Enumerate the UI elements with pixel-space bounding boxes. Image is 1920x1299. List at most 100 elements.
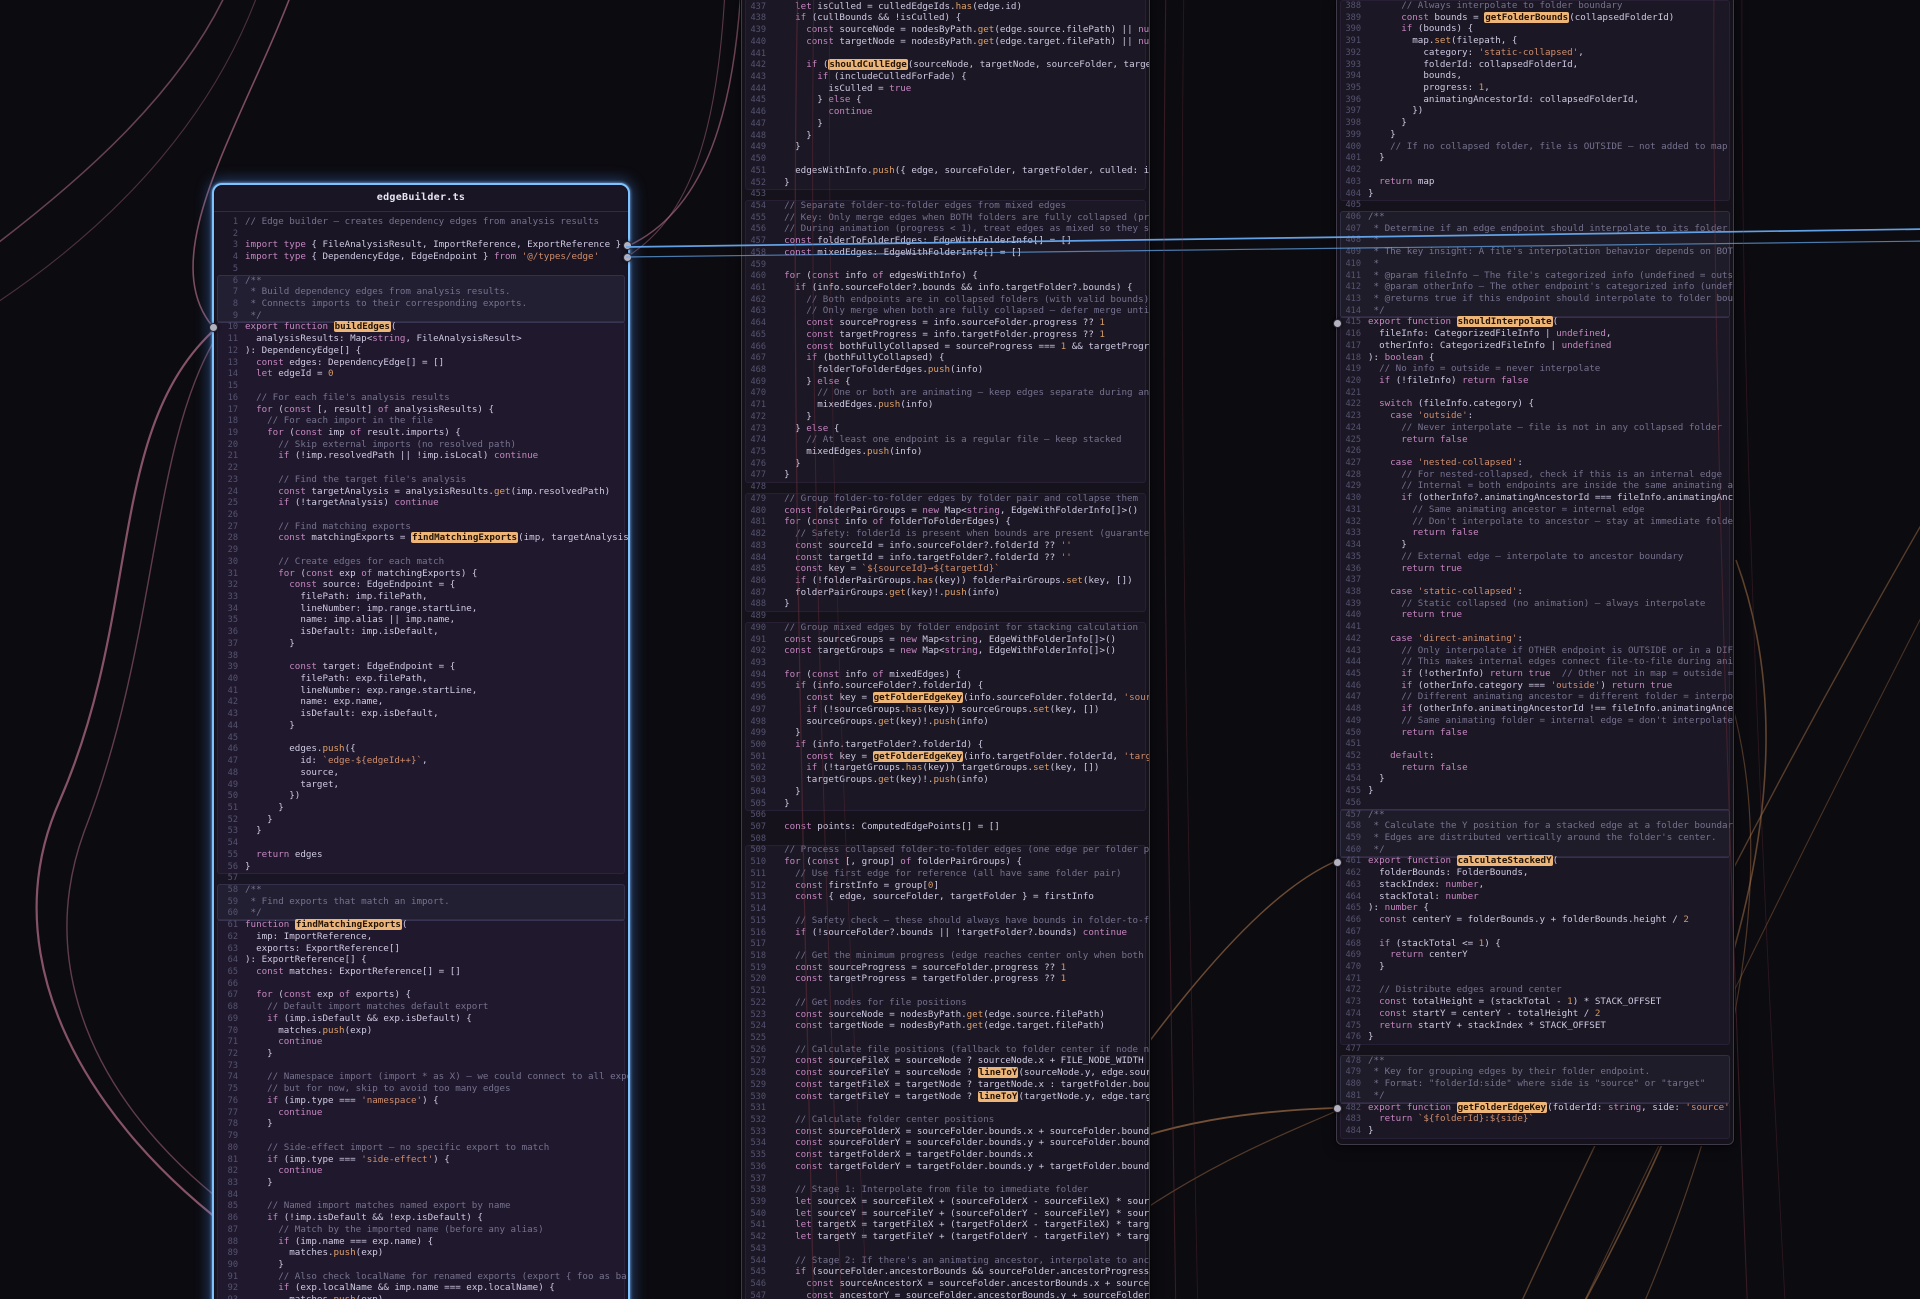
code-line: 453 — [742, 188, 1149, 200]
code-line: 11 analysisResults: Map<string, FileAnal… — [214, 333, 628, 345]
code-line: 417 otherInfo: CategorizedFileInfo | und… — [1337, 340, 1733, 352]
code-line: 471 — [1337, 973, 1733, 985]
highlighted-identifier[interactable]: findMatchingExports — [295, 919, 402, 930]
line-number: 454 — [1337, 774, 1361, 785]
line-number: 388 — [1337, 1, 1361, 12]
line-number: 418 — [1337, 353, 1361, 364]
line-number: 56 — [214, 862, 238, 873]
file-card-edgebuilder[interactable]: edgeBuilder.ts1// Edge builder — creates… — [212, 183, 630, 1299]
highlighted-identifier[interactable]: getFolderBounds — [1484, 12, 1569, 23]
line-number: 486 — [742, 576, 766, 587]
code-line: 62 imp: ImportReference, — [214, 931, 628, 943]
code-line: 431 // Same animating ancestor = interna… — [1337, 504, 1733, 516]
highlighted-identifier[interactable]: lineToY — [978, 1067, 1019, 1078]
highlighted-identifier[interactable]: getFolderEdgeKey — [873, 751, 964, 762]
highlighted-identifier[interactable]: findMatchingExports — [411, 532, 518, 543]
code-line: 93 matches.push(exp) — [214, 1294, 628, 1299]
line-number: 432 — [1337, 517, 1361, 528]
line-number: 503 — [742, 775, 766, 786]
line-number: 45 — [214, 733, 238, 744]
code-line: 506 — [742, 809, 1149, 821]
code-line: 476} — [1337, 1031, 1733, 1043]
line-number: 439 — [742, 25, 766, 36]
line-number: 522 — [742, 998, 766, 1009]
line-number: 34 — [214, 604, 238, 615]
line-number: 29 — [214, 545, 238, 556]
code-line: 426 — [1337, 445, 1733, 457]
code-line: 456 — [1337, 797, 1733, 809]
line-number: 22 — [214, 463, 238, 474]
line-number: 449 — [742, 142, 766, 153]
code-line: 60 */ — [214, 907, 628, 919]
code-line: 485 const key = `${sourceId}→${targetId}… — [742, 563, 1149, 575]
line-number: 37 — [214, 639, 238, 650]
highlighted-identifier[interactable]: shouldInterpolate — [1457, 316, 1553, 327]
line-number: 481 — [742, 517, 766, 528]
line-number: 50 — [214, 791, 238, 802]
code-line: 498 sourceGroups.get(key)!.push(info) — [742, 716, 1149, 728]
code-line: 86 if (!imp.isDefault && !exp.isDefault)… — [214, 1212, 628, 1224]
code-line: 470 } — [1337, 961, 1733, 973]
code-line: 454 // Separate folder-to-folder edges f… — [742, 200, 1149, 212]
code-line: 478/** — [1337, 1055, 1733, 1067]
code-line: 83 } — [214, 1177, 628, 1189]
highlighted-identifier[interactable]: calculateStackedY — [1457, 855, 1553, 866]
line-number: 468 — [742, 365, 766, 376]
code-line: 469 return centerY — [1337, 949, 1733, 961]
code-line: 494 for (const info of mixedEdges) { — [742, 669, 1149, 681]
code-line: 33 filePath: imp.filePath, — [214, 591, 628, 603]
line-number: 459 — [1337, 833, 1361, 844]
code-line: 435 // External edge — interpolate to an… — [1337, 551, 1733, 563]
code-line: 519 const sourceProgress = sourceFolder.… — [742, 962, 1149, 974]
line-number: 53 — [214, 826, 238, 837]
line-number: 506 — [742, 810, 766, 821]
line-number: 455 — [1337, 786, 1361, 797]
code-line: 427 case 'nested-collapsed': — [1337, 457, 1733, 469]
highlighted-identifier[interactable]: getFolderEdgeKey — [873, 692, 964, 703]
line-number: 508 — [742, 834, 766, 845]
line-number: 28 — [214, 533, 238, 544]
line-number: 438 — [742, 13, 766, 24]
code-line: 48 source, — [214, 767, 628, 779]
line-number: 523 — [742, 1010, 766, 1021]
code-line: 391 map.set(filepath, { — [1337, 35, 1733, 47]
line-number: 77 — [214, 1108, 238, 1119]
line-number: 495 — [742, 681, 766, 692]
line-number: 411 — [1337, 271, 1361, 282]
code-line: 14 let edgeId = 0 — [214, 368, 628, 380]
code-line: 467 if (bothFullyCollapsed) { — [742, 352, 1149, 364]
code-line: 502 if (!targetGroups.has(key)) targetGr… — [742, 762, 1149, 774]
line-number: 482 — [742, 529, 766, 540]
highlighted-identifier[interactable]: lineToY — [978, 1091, 1019, 1102]
line-number: 500 — [742, 740, 766, 751]
line-number: 449 — [1337, 716, 1361, 727]
highlighted-identifier[interactable]: buildEdges — [334, 321, 391, 332]
code-line: 76 if (imp.type === 'namespace') { — [214, 1095, 628, 1107]
highlighted-identifier[interactable]: shouldCullEdge — [828, 59, 907, 70]
line-number: 439 — [1337, 599, 1361, 610]
code-line: 421 — [1337, 387, 1733, 399]
highlighted-identifier[interactable]: getFolderEdgeKey — [1457, 1102, 1548, 1113]
code-line: 525 — [742, 1032, 1149, 1044]
code-line: 476 } — [742, 458, 1149, 470]
line-number: 526 — [742, 1045, 766, 1056]
line-number: 6 — [214, 276, 238, 287]
code-line: 497 if (!sourceGroups.has(key)) sourceGr… — [742, 704, 1149, 716]
line-number: 72 — [214, 1049, 238, 1060]
line-number: 76 — [214, 1096, 238, 1107]
graph-canvas[interactable]: edgeBuilder.ts1// Edge builder — creates… — [0, 0, 1920, 1299]
line-number: 475 — [742, 447, 766, 458]
line-number: 473 — [1337, 997, 1361, 1008]
file-card-right-file[interactable]: 388 // Always interpolate to folder boun… — [1336, 0, 1734, 1145]
file-card-middle-file[interactable]: 436 // (or mark as culled for fade anima… — [741, 0, 1150, 1299]
line-number: 501 — [742, 752, 766, 763]
code-line: 57 — [214, 872, 628, 884]
code-line: 432 // Don't interpolate to ancestor — s… — [1337, 516, 1733, 528]
code-line: 402 — [1337, 164, 1733, 176]
line-number: 476 — [742, 459, 766, 470]
code-line: 49 target, — [214, 779, 628, 791]
code-line: 440 return true — [1337, 609, 1733, 621]
code-line: 541 let targetX = targetFileX + (targetF… — [742, 1219, 1149, 1231]
line-number: 547 — [742, 1291, 766, 1299]
line-number: 498 — [742, 717, 766, 728]
